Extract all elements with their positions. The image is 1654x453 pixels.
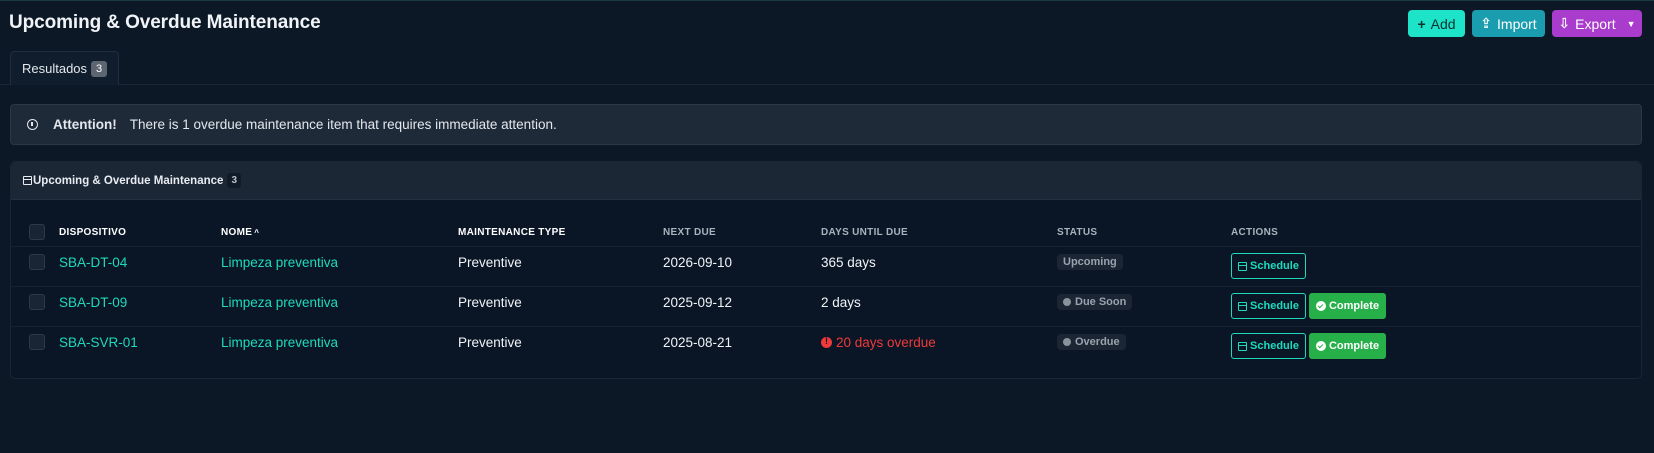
- next-due-date: 2025-09-12: [663, 294, 733, 310]
- import-button[interactable]: ⇪ Import: [1472, 10, 1545, 37]
- row-checkbox[interactable]: [29, 294, 45, 310]
- status-cell: Due Soon: [1057, 287, 1133, 317]
- calendar-icon: [23, 176, 32, 185]
- download-icon: ⇩: [1558, 15, 1571, 31]
- days-until-due: 20 days overdue: [821, 327, 936, 357]
- complete-button[interactable]: Complete: [1309, 293, 1386, 319]
- column-header-days-until[interactable]: DAYS UNTIL DUE: [821, 218, 908, 246]
- clock-icon: [1063, 298, 1071, 306]
- days-overdue-label: 20 days overdue: [836, 334, 936, 350]
- tab-count-badge: 3: [91, 60, 108, 77]
- row-checkbox[interactable]: [29, 334, 45, 350]
- alert-message: There is 1 overdue maintenance item that…: [129, 117, 557, 132]
- check-circle-icon: [1315, 341, 1326, 351]
- schedule-button-label: Schedule: [1250, 340, 1299, 352]
- maintenance-type: Preventive: [458, 254, 522, 270]
- calendar-icon: [1238, 341, 1248, 351]
- page-title: Upcoming & Overdue Maintenance: [9, 12, 321, 33]
- column-header-name-label: NOME: [221, 226, 253, 238]
- table-header: DISPOSITIVO NOME ^ MAINTENANCE TYPE NEXT…: [11, 218, 1643, 246]
- alert-title: Attention!: [53, 117, 117, 132]
- calendar-icon: [1238, 301, 1248, 311]
- table-row: SBA-SVR-01 Limpeza preventiva Preventive…: [11, 326, 1643, 368]
- card-header: Upcoming & Overdue Maintenance 3: [11, 162, 1641, 200]
- maintenance-type: Preventive: [458, 294, 522, 310]
- calendar-icon: [1238, 261, 1248, 271]
- name-link[interactable]: Limpeza preventiva: [221, 247, 338, 277]
- column-header-next-due[interactable]: NEXT DUE: [663, 218, 716, 246]
- name-link[interactable]: Limpeza preventiva: [221, 327, 338, 357]
- complete-button[interactable]: Complete: [1309, 333, 1386, 359]
- status-badge-label: Due Soon: [1075, 296, 1127, 308]
- overdue-alert: Attention! There is 1 overdue maintenanc…: [10, 104, 1642, 145]
- card-title: Upcoming & Overdue Maintenance: [33, 174, 224, 187]
- maintenance-type: Preventive: [458, 334, 522, 350]
- schedule-button[interactable]: Schedule: [1231, 253, 1306, 279]
- page: Upcoming & Overdue Maintenance + Add ⇪ I…: [0, 0, 1654, 453]
- status-badge-label: Overdue: [1075, 336, 1120, 348]
- add-button-label: Add: [1430, 15, 1456, 32]
- chevron-down-icon[interactable]: ▼: [1627, 19, 1636, 29]
- name-link[interactable]: Limpeza preventiva: [221, 287, 338, 317]
- export-button-label: Export: [1575, 15, 1616, 32]
- next-due-date: 2025-08-21: [663, 334, 733, 350]
- complete-button-label: Complete: [1328, 300, 1380, 312]
- schedule-button-label: Schedule: [1250, 300, 1299, 312]
- status-badge: Overdue: [1057, 334, 1126, 350]
- row-checkbox[interactable]: [29, 254, 45, 270]
- info-circle-icon: [27, 119, 38, 130]
- status-badge: Upcoming: [1057, 254, 1123, 270]
- days-until-due: 365 days: [821, 254, 876, 270]
- alert-icon: [1063, 338, 1071, 346]
- table-row: SBA-DT-09 Limpeza preventiva Preventive …: [11, 286, 1643, 328]
- card-count-badge: 3: [227, 173, 241, 188]
- column-header-name[interactable]: NOME ^: [221, 218, 259, 246]
- next-due-date: 2026-09-10: [663, 254, 733, 270]
- status-badge: Due Soon: [1057, 294, 1133, 310]
- tab-label: Resultados: [22, 61, 88, 76]
- schedule-button-label: Schedule: [1250, 260, 1299, 272]
- import-button-label: Import: [1497, 15, 1537, 32]
- column-header-actions: ACTIONS: [1231, 226, 1279, 238]
- tab-bar: Resultados 3: [0, 49, 1654, 85]
- maintenance-card: Upcoming & Overdue Maintenance 3 DISPOSI…: [10, 161, 1643, 379]
- alert-circle-icon: [821, 336, 832, 348]
- status-badge-label: Upcoming: [1063, 256, 1117, 268]
- upload-icon: ⇪: [1480, 15, 1493, 31]
- add-button[interactable]: + Add: [1408, 10, 1465, 37]
- status-cell: Upcoming: [1057, 247, 1123, 277]
- schedule-button[interactable]: Schedule: [1231, 293, 1306, 319]
- column-header-type[interactable]: MAINTENANCE TYPE: [458, 218, 566, 246]
- page-header: Upcoming & Overdue Maintenance + Add ⇪ I…: [0, 1, 1654, 45]
- device-link[interactable]: SBA-DT-09: [59, 287, 127, 317]
- column-header-status[interactable]: STATUS: [1057, 218, 1097, 246]
- select-all-checkbox[interactable]: [29, 224, 45, 240]
- complete-button-label: Complete: [1328, 340, 1380, 352]
- export-button[interactable]: ⇩ Export ▼: [1552, 10, 1642, 37]
- device-link[interactable]: SBA-DT-04: [59, 247, 127, 277]
- schedule-button[interactable]: Schedule: [1231, 333, 1306, 359]
- column-header-device[interactable]: DISPOSITIVO: [59, 218, 126, 246]
- check-circle-icon: [1315, 301, 1326, 311]
- days-until-due: 2 days: [821, 294, 861, 310]
- plus-icon: +: [1417, 15, 1426, 32]
- device-link[interactable]: SBA-SVR-01: [59, 327, 138, 357]
- sort-ascending-icon: ^: [254, 227, 260, 237]
- table-row: SBA-DT-04 Limpeza preventiva Preventive …: [11, 246, 1643, 288]
- tab-resultados[interactable]: Resultados 3: [10, 51, 120, 85]
- status-cell: Overdue: [1057, 327, 1126, 357]
